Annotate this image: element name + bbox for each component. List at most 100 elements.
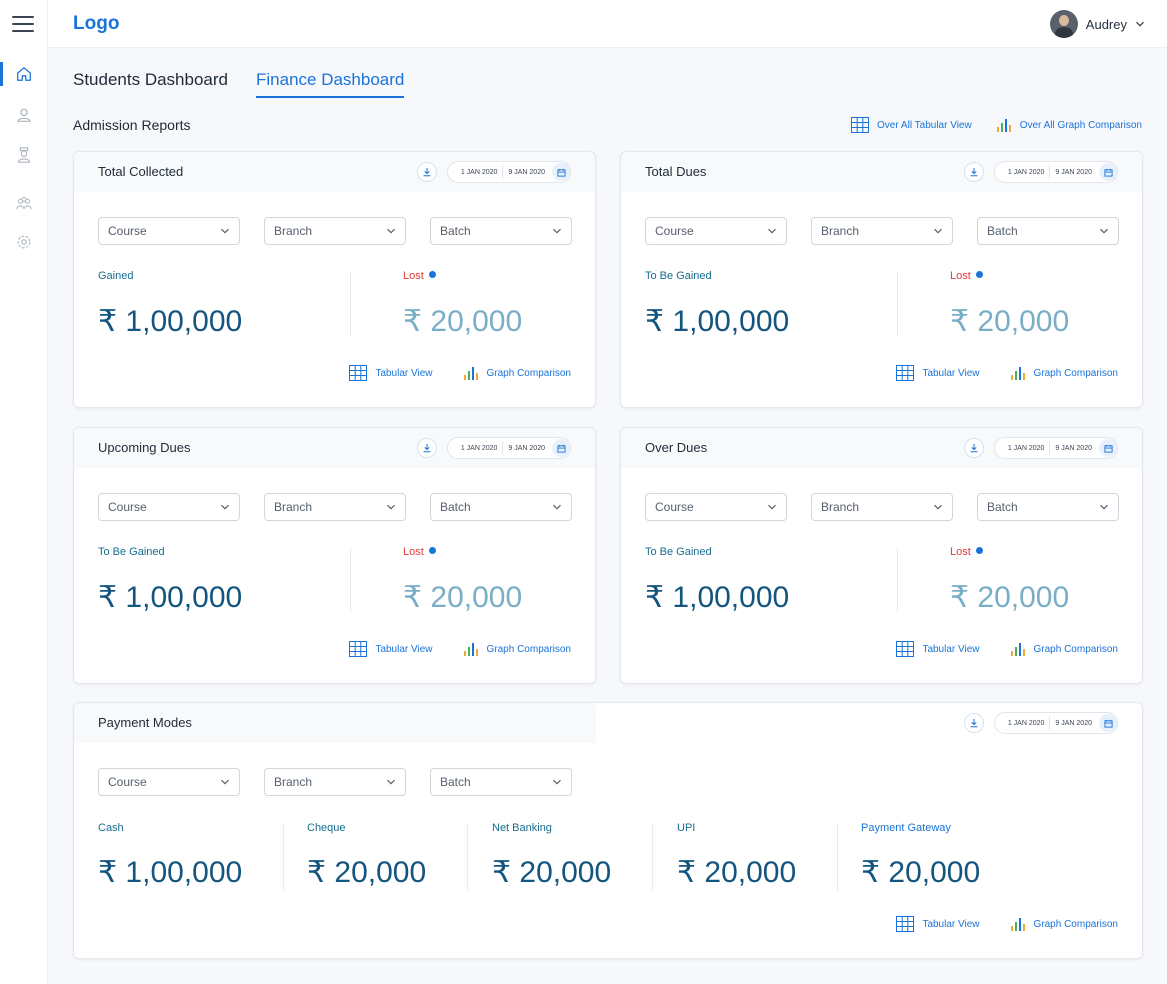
- menu-icon[interactable]: [12, 13, 34, 35]
- calendar-button[interactable]: [552, 439, 570, 457]
- graph-comparison-link[interactable]: Graph Comparison: [1010, 917, 1118, 931]
- sidebar-item-groups[interactable]: [0, 188, 48, 218]
- calendar-button[interactable]: [1099, 439, 1117, 457]
- logo[interactable]: Logo: [73, 13, 119, 35]
- branch-select[interactable]: Branch: [264, 217, 406, 245]
- user-menu[interactable]: Audrey: [1049, 10, 1145, 38]
- download-button[interactable]: [963, 713, 984, 733]
- gained-label: To Be Gained: [645, 546, 712, 558]
- calendar-icon: [556, 444, 566, 453]
- batch-select[interactable]: Batch: [430, 493, 572, 521]
- branch-select[interactable]: Branch: [811, 493, 953, 521]
- date-to: 9 JAN 2020: [1055, 168, 1092, 176]
- metric-card: Total Collected 1 JAN 2020 9 JAN 2020 Co…: [73, 151, 596, 408]
- tabular-view-link[interactable]: Tabular View: [349, 365, 433, 381]
- course-select[interactable]: Course: [98, 768, 240, 796]
- date-range-picker[interactable]: 1 JAN 2020 9 JAN 2020: [993, 437, 1118, 459]
- graph-comparison-link[interactable]: Graph Comparison: [1010, 366, 1118, 380]
- card-tools: 1 JAN 2020 9 JAN 2020: [963, 712, 1118, 734]
- download-button[interactable]: [416, 162, 437, 182]
- chevron-down-icon: [387, 504, 395, 510]
- graph-comparison-link[interactable]: Graph Comparison: [463, 366, 571, 380]
- course-select[interactable]: Course: [98, 217, 240, 245]
- lost-label-text: Lost: [403, 546, 424, 558]
- sidebar-item-user[interactable]: [0, 100, 48, 130]
- calendar-button[interactable]: [1099, 714, 1117, 732]
- date-to: 9 JAN 2020: [1055, 444, 1092, 452]
- lost-label: Lost: [950, 546, 983, 558]
- tabular-view-link[interactable]: Tabular View: [896, 641, 980, 657]
- divider: [837, 823, 838, 891]
- payment-mode-value: ₹ 20,000: [492, 856, 612, 889]
- gained-label: To Be Gained: [645, 270, 712, 282]
- tabular-view-link[interactable]: Tabular View: [896, 916, 980, 932]
- filter-row: Course Branch Batch: [98, 493, 572, 521]
- batch-select[interactable]: Batch: [977, 493, 1119, 521]
- course-select[interactable]: Course: [645, 217, 787, 245]
- tab-students-dashboard[interactable]: Students Dashboard: [73, 70, 228, 98]
- batch-select[interactable]: Batch: [430, 768, 572, 796]
- batch-select[interactable]: Batch: [977, 217, 1119, 245]
- date-range-picker[interactable]: 1 JAN 2020 9 JAN 2020: [446, 161, 571, 183]
- tabular-view-link[interactable]: Tabular View: [349, 641, 433, 657]
- date-from: 1 JAN 2020: [1007, 168, 1045, 176]
- date-from: 1 JAN 2020: [1007, 444, 1045, 452]
- filter-row: Course Branch Batch: [645, 217, 1119, 245]
- payment-mode-label: Payment Gateway: [861, 822, 951, 834]
- overall-tabular-view-link[interactable]: Over All Tabular View: [851, 117, 972, 133]
- tabular-view-link[interactable]: Tabular View: [896, 365, 980, 381]
- tabular-view-label: Tabular View: [375, 643, 433, 655]
- info-icon[interactable]: [975, 271, 983, 278]
- batch-select[interactable]: Batch: [430, 217, 572, 245]
- lost-value: ₹ 20,000: [403, 305, 523, 338]
- branch-select[interactable]: Branch: [264, 493, 406, 521]
- info-icon[interactable]: [975, 547, 983, 554]
- date-range-picker[interactable]: 1 JAN 2020 9 JAN 2020: [446, 437, 571, 459]
- chevron-down-icon: [221, 504, 229, 510]
- student-icon: [18, 147, 30, 163]
- branch-select-value: Branch: [821, 500, 860, 514]
- chevron-down-icon: [221, 779, 229, 785]
- branch-select-value: Branch: [274, 775, 313, 789]
- branch-select[interactable]: Branch: [811, 217, 953, 245]
- divider: [350, 272, 351, 336]
- sidebar-item-settings[interactable]: [0, 227, 48, 257]
- date-from: 1 JAN 2020: [460, 444, 498, 452]
- download-button[interactable]: [416, 438, 437, 458]
- download-button[interactable]: [963, 162, 984, 182]
- graph-comparison-label: Graph Comparison: [486, 643, 571, 655]
- date-range-picker[interactable]: 1 JAN 2020 9 JAN 2020: [993, 712, 1118, 734]
- course-select-value: Course: [655, 500, 694, 514]
- calendar-button[interactable]: [1099, 163, 1117, 181]
- branch-select[interactable]: Branch: [264, 768, 406, 796]
- download-icon: [970, 719, 978, 728]
- lost-value: ₹ 20,000: [403, 581, 523, 614]
- overall-graph-comparison-link[interactable]: Over All Graph Comparison: [996, 118, 1142, 132]
- chevron-down-icon: [387, 228, 395, 234]
- info-icon[interactable]: [428, 547, 436, 554]
- course-select[interactable]: Course: [645, 493, 787, 521]
- sidebar-item-students[interactable]: [0, 140, 48, 170]
- lost-label-text: Lost: [950, 546, 971, 558]
- calendar-button[interactable]: [552, 163, 570, 181]
- payment-mode-label: Cheque: [307, 822, 346, 834]
- date-range-picker[interactable]: 1 JAN 2020 9 JAN 2020: [993, 161, 1118, 183]
- tab-finance-dashboard[interactable]: Finance Dashboard: [256, 70, 405, 98]
- graph-comparison-link[interactable]: Graph Comparison: [1010, 642, 1118, 656]
- lost-label: Lost: [403, 546, 436, 558]
- graph-comparison-link[interactable]: Graph Comparison: [463, 642, 571, 656]
- overall-actions: Over All Tabular View Over All Graph Com…: [851, 117, 1142, 133]
- download-button[interactable]: [963, 438, 984, 458]
- course-select-value: Course: [108, 775, 147, 789]
- payment-mode-value: ₹ 20,000: [861, 856, 981, 889]
- course-select[interactable]: Course: [98, 493, 240, 521]
- sidebar-item-home[interactable]: [0, 59, 48, 89]
- overall-tabular-view-label: Over All Tabular View: [877, 119, 972, 131]
- batch-select-value: Batch: [440, 775, 471, 789]
- gained-value: ₹ 1,00,000: [98, 305, 243, 338]
- card-title: Payment Modes: [98, 715, 192, 730]
- settings-icon: [17, 235, 31, 249]
- card-links: Tabular View Graph Comparison: [349, 641, 571, 657]
- info-icon[interactable]: [428, 271, 436, 278]
- divider: [467, 823, 468, 891]
